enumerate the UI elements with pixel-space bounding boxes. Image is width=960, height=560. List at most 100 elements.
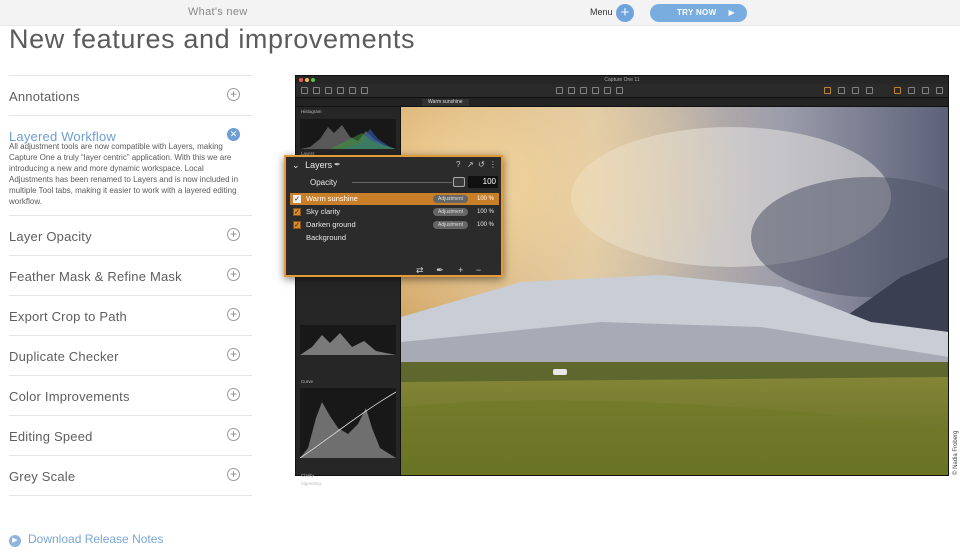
accordion-item-export-crop[interactable]: Export Crop to Path +: [9, 296, 252, 336]
accordion-header[interactable]: Grey Scale +: [9, 456, 252, 495]
opacity-slider-handle[interactable]: [453, 177, 465, 187]
layer-row-warm-sunshine[interactable]: ✓ Warm sunshine Adjustment 100 %: [290, 193, 499, 205]
layer-row-sky-clarity[interactable]: ✓ Sky clarity Adjustment 100 %: [290, 206, 499, 218]
accordion-header[interactable]: Feather Mask & Refine Mask +: [9, 256, 252, 295]
maximize-window-icon: [311, 78, 315, 82]
expand-plus-icon[interactable]: +: [227, 428, 240, 441]
proof-icon: [824, 87, 831, 94]
layer-checkbox[interactable]: ✓: [293, 208, 301, 216]
opacity-value-field[interactable]: 100: [468, 176, 498, 188]
keystone-icon: [592, 87, 599, 94]
brush-icon[interactable]: ✒: [436, 265, 444, 275]
page-title: New features and improvements: [9, 24, 416, 54]
help-icon[interactable]: ?: [456, 157, 460, 173]
expand-plus-icon[interactable]: +: [227, 268, 240, 281]
accordion-header[interactable]: Duplicate Checker +: [9, 336, 252, 375]
histogram: [300, 119, 396, 149]
layer-type-badge: Adjustment: [433, 221, 469, 229]
app-variant-tabs: Warm sunshine: [296, 98, 948, 107]
expand-plus-icon[interactable]: +: [227, 468, 240, 481]
expand-plus-icon[interactable]: +: [227, 388, 240, 401]
histogram-graph: [300, 125, 396, 149]
accordion-header[interactable]: Color Improvements +: [9, 376, 252, 415]
layer-opacity: 100 %: [477, 209, 495, 215]
accordion-title: Duplicate Checker: [9, 349, 119, 364]
apply-adjust-icon: [908, 87, 915, 94]
expand-icon[interactable]: ↗: [467, 157, 474, 173]
layer-options-icon[interactable]: ⇄: [416, 265, 424, 275]
expand-plus-icon[interactable]: +: [227, 88, 240, 101]
accordion-header[interactable]: Export Crop to Path +: [9, 296, 252, 335]
layer-row-background[interactable]: Background: [290, 232, 499, 244]
accordion-header[interactable]: Annotations +: [9, 76, 252, 115]
accordion-title: Feather Mask & Refine Mask: [9, 269, 182, 284]
chevron-down-icon[interactable]: ⌄: [292, 160, 300, 170]
brush-icon: [604, 87, 611, 94]
top-bar: What's new Menu + TRY NOW ▶: [0, 0, 960, 26]
curve-panel-label: Curve: [301, 379, 314, 384]
layer-name: Warm sunshine: [306, 194, 358, 203]
glasses-icon: [866, 87, 873, 94]
collapse-close-icon[interactable]: ✕: [227, 128, 240, 141]
picker-icon: [616, 87, 623, 94]
opacity-slider[interactable]: [352, 182, 452, 183]
levels-graph: [300, 325, 396, 355]
accordion-item-layer-opacity[interactable]: Layer Opacity +: [9, 216, 252, 256]
levels-histogram: [300, 333, 396, 355]
feature-accordion: Annotations + Layered Workflow ✕ All adj…: [9, 75, 252, 496]
layer-checkbox[interactable]: ✓: [293, 195, 301, 203]
layers-header: ⌄ Layers ✒ ? ↗ ↺ ⋮: [286, 157, 501, 173]
accordion-item-layered-workflow[interactable]: Layered Workflow ✕ All adjustment tools …: [9, 116, 252, 216]
exposure-warning-icon: [852, 87, 859, 94]
accordion-header[interactable]: Layer Opacity +: [9, 216, 252, 255]
photo-credit-text: © Nadia Froberg: [953, 430, 959, 475]
accordion-item-feather-mask[interactable]: Feather Mask & Refine Mask +: [9, 256, 252, 296]
pan-icon: [556, 87, 563, 94]
accordion-header[interactable]: Editing Speed +: [9, 416, 252, 455]
photo-credit: © Nadia Froberg: [952, 418, 960, 476]
accordion-item-color-improvements[interactable]: Color Improvements +: [9, 376, 252, 416]
grid-icon: [838, 87, 845, 94]
accordion-title: Color Improvements: [9, 389, 130, 404]
expand-plus-icon[interactable]: +: [227, 348, 240, 361]
accordion-header[interactable]: Layered Workflow ✕: [9, 116, 252, 155]
accordion-item-editing-speed[interactable]: Editing Speed +: [9, 416, 252, 456]
expand-plus-icon[interactable]: +: [227, 308, 240, 321]
download-release-notes-link[interactable]: ▶ Download Release Notes: [9, 532, 163, 547]
menu-label[interactable]: Menu: [590, 7, 613, 17]
import-icon: [301, 87, 308, 94]
minimize-window-icon: [305, 78, 309, 82]
layer-name: Sky clarity: [306, 207, 341, 216]
rotate-icon: [580, 87, 587, 94]
expand-plus-icon[interactable]: +: [227, 228, 240, 241]
layers-footer: ⇄ ✒ + −: [416, 265, 481, 276]
crop-icon: [568, 87, 575, 94]
reset-icon[interactable]: ↺: [478, 157, 485, 173]
add-layer-icon[interactable]: +: [458, 265, 463, 275]
menu-plus-icon[interactable]: +: [616, 4, 634, 22]
close-window-icon: [299, 78, 303, 82]
camera-icon: [313, 87, 320, 94]
remove-layer-icon[interactable]: −: [476, 265, 481, 275]
pin-icon[interactable]: ✒: [334, 157, 341, 173]
layer-type-badge: Adjustment: [433, 208, 469, 216]
accordion-title: Layer Opacity: [9, 229, 92, 244]
app-toolbar: [296, 84, 948, 98]
histogram-panel-label: Histogram: [301, 109, 322, 114]
accordion-item-grey-scale[interactable]: Grey Scale +: [9, 456, 252, 496]
layers-panel-popover: ⌄ Layers ✒ ? ↗ ↺ ⋮ Opacity 100 ✓ Warm su…: [284, 155, 503, 277]
accordion-item-annotations[interactable]: Annotations +: [9, 76, 252, 116]
folder-icon: [325, 87, 332, 94]
play-circle-icon: ▶: [9, 535, 21, 547]
accordion-title: Editing Speed: [9, 429, 93, 444]
layer-opacity: 100 %: [477, 196, 495, 202]
accordion-item-duplicate-checker[interactable]: Duplicate Checker +: [9, 336, 252, 376]
layer-type-badge: Adjustment: [433, 195, 469, 203]
play-arrow-icon: ▶: [728, 8, 735, 17]
try-now-button[interactable]: TRY NOW ▶: [650, 4, 747, 22]
layers-title: Layers: [305, 160, 333, 170]
layer-row-darken-ground[interactable]: ✓ Darken ground Adjustment 100 %: [290, 219, 499, 231]
more-icon[interactable]: ⋮: [489, 157, 497, 173]
layer-checkbox[interactable]: ✓: [293, 221, 301, 229]
whats-new-link[interactable]: What's new: [188, 6, 248, 18]
